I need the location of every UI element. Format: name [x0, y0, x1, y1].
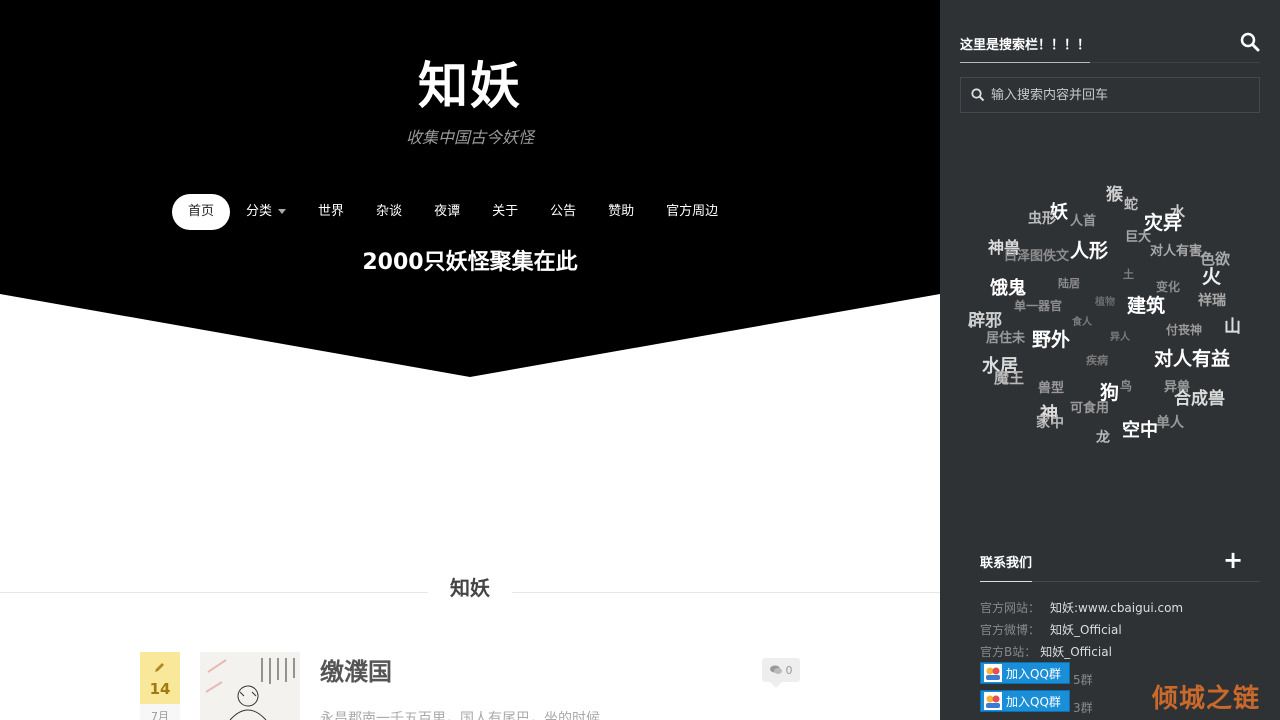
date-badge: 14 7月 [140, 652, 180, 720]
watermark: 倾城之链 [1152, 684, 1261, 714]
nav-category-label: 分类 [246, 204, 273, 219]
tag-link[interactable]: 祥瑞 [1198, 290, 1226, 310]
tag-link[interactable]: 虫形 [1028, 208, 1056, 228]
date-month: 7月 [151, 710, 169, 720]
nav-night[interactable]: 夜谭 [418, 194, 476, 230]
tag-link[interactable]: 居住未 [986, 327, 1025, 346]
nav-merch[interactable]: 官方周边 [650, 194, 734, 230]
main-content: 知妖 收集中国古今妖怪 首页 分类 世界 杂谈 夜谭 关于 公告 赞助 官方周边… [0, 0, 940, 720]
contact-weibo: 官方微博： 知妖_Official [980, 621, 1122, 638]
qq-group-icon [984, 692, 1002, 710]
website-label: 官方网站： [980, 601, 1041, 615]
tag-link[interactable]: 野外 [1032, 325, 1070, 352]
weibo-link[interactable]: 知妖_Official [1050, 623, 1122, 637]
tag-link[interactable]: 家中 [1036, 412, 1064, 432]
comments-icon [769, 665, 782, 674]
contact-underline [980, 581, 1032, 582]
tag-link[interactable]: 猴 [1106, 180, 1123, 205]
contact-website: 官方网站： 知妖:www.cbaigui.com [980, 599, 1183, 616]
section-title: 知妖 [428, 572, 512, 601]
post-thumbnail[interactable] [200, 652, 300, 720]
tag-link[interactable]: 人首 [1070, 210, 1096, 229]
website-link[interactable]: 知妖:www.cbaigui.com [1050, 601, 1183, 615]
tag-link[interactable]: 人形 [1070, 236, 1108, 263]
join-qq-button[interactable]: 加入QQ群 [980, 690, 1070, 712]
post-item: 14 7月 缴濮国 永昌郡南一千五百里，国人有尾巴，坐的时候 0 [140, 652, 800, 720]
site-tagline: 2000只妖怪聚集在此 [362, 250, 578, 275]
date-badge-top: 14 [140, 652, 180, 704]
tag-link[interactable]: 山 [1224, 312, 1241, 337]
tag-link[interactable]: 单一器官 [1014, 297, 1062, 314]
tag-link[interactable]: 可食用 [1070, 397, 1109, 416]
tag-link[interactable]: 付丧神 [1166, 321, 1202, 338]
tag-link[interactable]: 食人 [1072, 313, 1092, 328]
tag-cloud: 猴妖蛇水虫形 人首 灾异 巨大 神兽 人形 白泽图佚文 对人有害 色欲火土饿鬼 陆居 变化 建筑 祥瑞单… [940, 0, 1280, 460]
site-subtitle: 收集中国古今妖怪 [405, 128, 534, 147]
tag-link[interactable]: 对人有益 [1154, 344, 1230, 371]
tag-link[interactable]: 鸟 [1120, 377, 1132, 394]
tag-link[interactable]: 植物 [1095, 293, 1115, 308]
join-qq-button[interactable]: 加入QQ群 [980, 662, 1070, 684]
tag-link[interactable]: 土 [1123, 266, 1134, 282]
qq-group-number: 3群 [1073, 701, 1093, 715]
date-day: 14 [149, 680, 171, 698]
qq-group-icon [984, 664, 1002, 682]
expand-plus-icon[interactable]: + [1223, 548, 1243, 572]
tag-link[interactable]: 合成兽 [1174, 384, 1225, 409]
qq-group-number: 5群 [1073, 673, 1093, 687]
post-excerpt: 永昌郡南一千五百里，国人有尾巴，坐的时候 [320, 711, 600, 720]
nav-misc[interactable]: 杂谈 [360, 194, 418, 230]
nav-home[interactable]: 首页 [172, 194, 231, 230]
bilibili-label: 官方B站： [980, 645, 1037, 659]
nav-about[interactable]: 关于 [476, 194, 534, 230]
tag-link[interactable]: 龙 [1096, 427, 1110, 447]
hero-banner: 知妖 收集中国古今妖怪 首页 分类 世界 杂谈 夜谭 关于 公告 赞助 官方周边… [0, 0, 940, 380]
tag-link[interactable]: 蛇 [1124, 194, 1138, 214]
tag-link[interactable]: 魔王 [994, 367, 1024, 388]
contact-rule [1032, 581, 1260, 582]
nav-notice[interactable]: 公告 [534, 194, 592, 230]
tag-link[interactable]: 巨大 [1125, 226, 1151, 245]
post-title[interactable]: 缴濮国 [320, 652, 392, 687]
tag-link[interactable]: 单人 [1156, 412, 1184, 432]
tag-link[interactable]: 兽型 [1038, 377, 1064, 396]
tag-link[interactable]: 疾病 [1086, 352, 1108, 368]
bilibili-link[interactable]: 知妖_Official [1040, 645, 1112, 659]
tag-link[interactable]: 对人有害 [1150, 240, 1202, 259]
contact-bilibili: 官方B站： 知妖_Official [980, 643, 1112, 660]
tag-link[interactable]: 建筑 [1127, 291, 1165, 318]
chevron-down-icon [278, 209, 287, 214]
weibo-label: 官方微博： [980, 623, 1041, 637]
tag-link[interactable]: 空中 [1122, 416, 1158, 442]
comment-count: 0 [785, 663, 793, 677]
tag-link[interactable]: 陆居 [1058, 275, 1080, 291]
nav-category[interactable]: 分类 [230, 194, 302, 230]
tag-link[interactable]: 异人 [1110, 328, 1130, 343]
main-nav: 首页 分类 世界 杂谈 夜谭 关于 公告 赞助 官方周边 [172, 194, 734, 230]
tag-link[interactable]: 火 [1202, 262, 1221, 289]
join-qq-label: 加入QQ群 [1006, 666, 1061, 681]
nav-world[interactable]: 世界 [302, 194, 360, 230]
sidebar: 这里是搜索栏！！！！ 猴妖蛇水虫形人首灾异巨大神兽人形白泽图佚文对人有害色欲火土… [940, 0, 1280, 720]
site-title[interactable]: 知妖 [0, 46, 940, 118]
join-qq-label: 加入QQ群 [1006, 694, 1061, 709]
contact-heading: 联系我们 [980, 556, 1033, 571]
pencil-icon [153, 660, 167, 674]
comment-count-badge[interactable]: 0 [762, 658, 800, 688]
nav-sponsor[interactable]: 赞助 [592, 194, 650, 230]
tag-link[interactable]: 白泽图佚文 [1004, 245, 1069, 264]
